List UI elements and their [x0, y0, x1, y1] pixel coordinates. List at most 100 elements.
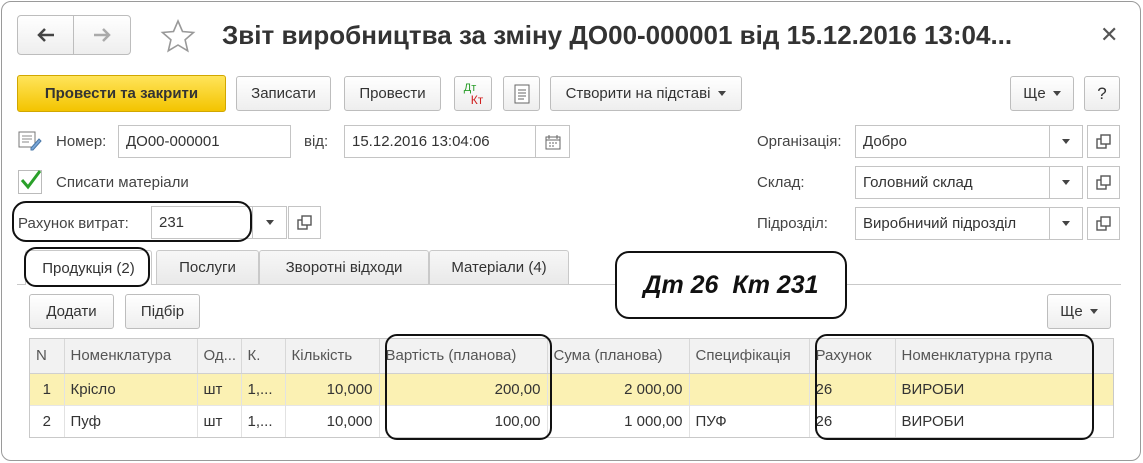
- window-title: Звіт виробництва за зміну ДО00-000001 ві…: [222, 20, 1013, 50]
- organization-open[interactable]: [1087, 125, 1120, 158]
- calendar-button[interactable]: [535, 125, 570, 158]
- save-button[interactable]: Записати: [236, 76, 331, 111]
- back-button[interactable]: [17, 15, 74, 55]
- row-k[interactable]: 1,...: [241, 373, 286, 405]
- tab-returnable-waste[interactable]: Зворотні відходи: [259, 250, 429, 284]
- tabs-baseline: [17, 284, 1121, 285]
- warehouse-label: Склад:: [757, 174, 805, 191]
- row-quantity[interactable]: 10,000: [285, 404, 380, 437]
- row-item[interactable]: Пуф: [64, 404, 198, 437]
- kt-icon-label: Кт: [470, 92, 484, 107]
- document-edit-icon: [18, 130, 42, 156]
- dt-icon-label: Дт: [463, 81, 477, 94]
- cost-account-field[interactable]: 231: [151, 206, 253, 239]
- column-header-unit[interactable]: Од...: [197, 339, 242, 374]
- dt-kt-button[interactable]: Дт Кт: [454, 76, 492, 111]
- column-header-item-group[interactable]: Номенклатурна група: [895, 339, 1113, 374]
- chevron-down-icon: [1062, 221, 1070, 226]
- column-header-planned-cost[interactable]: Вартість (планова): [379, 339, 548, 374]
- posting-annotation: Дт 26 Кт 231: [615, 251, 847, 319]
- row-k[interactable]: 1,...: [241, 404, 286, 437]
- cost-account-dropdown[interactable]: [252, 206, 287, 239]
- row-item-group[interactable]: ВИРОБИ: [895, 404, 1113, 437]
- row-unit[interactable]: шт: [197, 373, 242, 405]
- row-quantity[interactable]: 10,000: [285, 373, 380, 405]
- calendar-icon: [545, 134, 560, 149]
- cost-account-open[interactable]: [288, 206, 321, 239]
- column-header-account[interactable]: Рахунок: [809, 339, 896, 374]
- arrow-right-icon: [94, 28, 111, 42]
- chevron-down-icon: [1089, 309, 1098, 314]
- column-header-k[interactable]: К.: [241, 339, 286, 374]
- post-button[interactable]: Провести: [344, 76, 441, 111]
- close-icon[interactable]: ✕: [1100, 22, 1118, 48]
- division-open[interactable]: [1087, 207, 1120, 240]
- add-row-button[interactable]: Додати: [29, 294, 114, 329]
- help-button[interactable]: ?: [1084, 76, 1120, 111]
- column-header-quantity[interactable]: Кількість: [285, 339, 380, 374]
- products-table: N Номенклатура Од... К. Кількість Вартіс…: [29, 338, 1114, 438]
- favorite-star-icon[interactable]: [160, 18, 196, 57]
- date-label: від:: [304, 133, 329, 150]
- row-planned-cost[interactable]: 200,00: [379, 373, 548, 405]
- row-account[interactable]: 26: [809, 373, 896, 405]
- warehouse-open[interactable]: [1087, 166, 1120, 199]
- number-label: Номер:: [56, 133, 107, 150]
- cost-account-label: Рахунок витрат:: [18, 215, 129, 232]
- chevron-down-icon: [1062, 180, 1070, 185]
- column-header-item[interactable]: Номенклатура: [64, 339, 198, 374]
- pick-button[interactable]: Підбір: [125, 294, 200, 329]
- open-window-icon: [1096, 134, 1111, 149]
- forward-button[interactable]: [73, 15, 131, 55]
- row-number: 1: [30, 373, 65, 405]
- posting-annotation-text: Дт 26 Кт 231: [643, 270, 819, 299]
- open-window-icon: [1096, 175, 1111, 190]
- tab-services[interactable]: Послуги: [156, 250, 259, 284]
- organization-label: Організація:: [757, 133, 842, 150]
- chevron-down-icon: [1062, 139, 1070, 144]
- number-field[interactable]: ДО00-000001: [118, 125, 291, 158]
- table-row[interactable]: 1 Крісло шт 1,... 10,000 200,00 2 000,00…: [30, 373, 1113, 405]
- document-icon: [514, 84, 529, 103]
- create-based-on-label: Створити на підставі: [565, 85, 711, 102]
- organization-field[interactable]: Добро: [855, 125, 1050, 158]
- column-header-specification[interactable]: Специфікація: [689, 339, 810, 374]
- arrow-left-icon: [36, 28, 54, 42]
- table-more-label: Ще: [1060, 303, 1083, 320]
- more-button[interactable]: Ще: [1010, 76, 1074, 111]
- row-specification[interactable]: ПУФ: [689, 404, 810, 437]
- open-window-icon: [1096, 216, 1111, 231]
- warehouse-field[interactable]: Головний склад: [855, 166, 1050, 199]
- division-dropdown[interactable]: [1049, 207, 1083, 240]
- post-and-close-button[interactable]: Провести та закрити: [17, 75, 226, 112]
- write-off-checkbox[interactable]: [18, 170, 42, 194]
- row-planned-cost[interactable]: 100,00: [379, 404, 548, 437]
- chevron-down-icon: [265, 220, 274, 225]
- table-row[interactable]: 2 Пуф шт 1,... 10,000 100,00 1 000,00 ПУ…: [30, 404, 1113, 437]
- warehouse-dropdown[interactable]: [1049, 166, 1083, 199]
- division-field[interactable]: Виробничий підрозділ: [855, 207, 1050, 240]
- row-item-group[interactable]: ВИРОБИ: [895, 373, 1113, 405]
- row-account[interactable]: 26: [809, 404, 896, 437]
- date-field[interactable]: 15.12.2016 13:04:06: [344, 125, 536, 158]
- row-planned-sum[interactable]: 1 000,00: [547, 404, 690, 437]
- chevron-down-icon: [1052, 91, 1061, 96]
- write-off-label: Списати матеріали: [56, 174, 189, 191]
- create-based-on-button[interactable]: Створити на підставі: [550, 76, 742, 111]
- column-header-n[interactable]: N: [30, 339, 65, 374]
- row-specification[interactable]: [689, 373, 810, 405]
- division-label: Підрозділ:: [757, 215, 828, 232]
- row-number: 2: [30, 404, 65, 437]
- tab-products[interactable]: Продукція (2): [25, 250, 152, 285]
- row-planned-sum[interactable]: 2 000,00: [547, 373, 690, 405]
- chevron-down-icon: [718, 91, 727, 96]
- table-header-row: N Номенклатура Од... К. Кількість Вартіс…: [30, 339, 1113, 374]
- row-unit[interactable]: шт: [197, 404, 242, 437]
- report-button[interactable]: [503, 76, 540, 111]
- organization-dropdown[interactable]: [1049, 125, 1083, 158]
- row-item[interactable]: Крісло: [64, 373, 198, 405]
- tab-materials[interactable]: Матеріали (4): [429, 250, 569, 284]
- more-label: Ще: [1023, 85, 1046, 102]
- table-more-button[interactable]: Ще: [1047, 294, 1111, 329]
- column-header-planned-sum[interactable]: Сума (планова): [547, 339, 690, 374]
